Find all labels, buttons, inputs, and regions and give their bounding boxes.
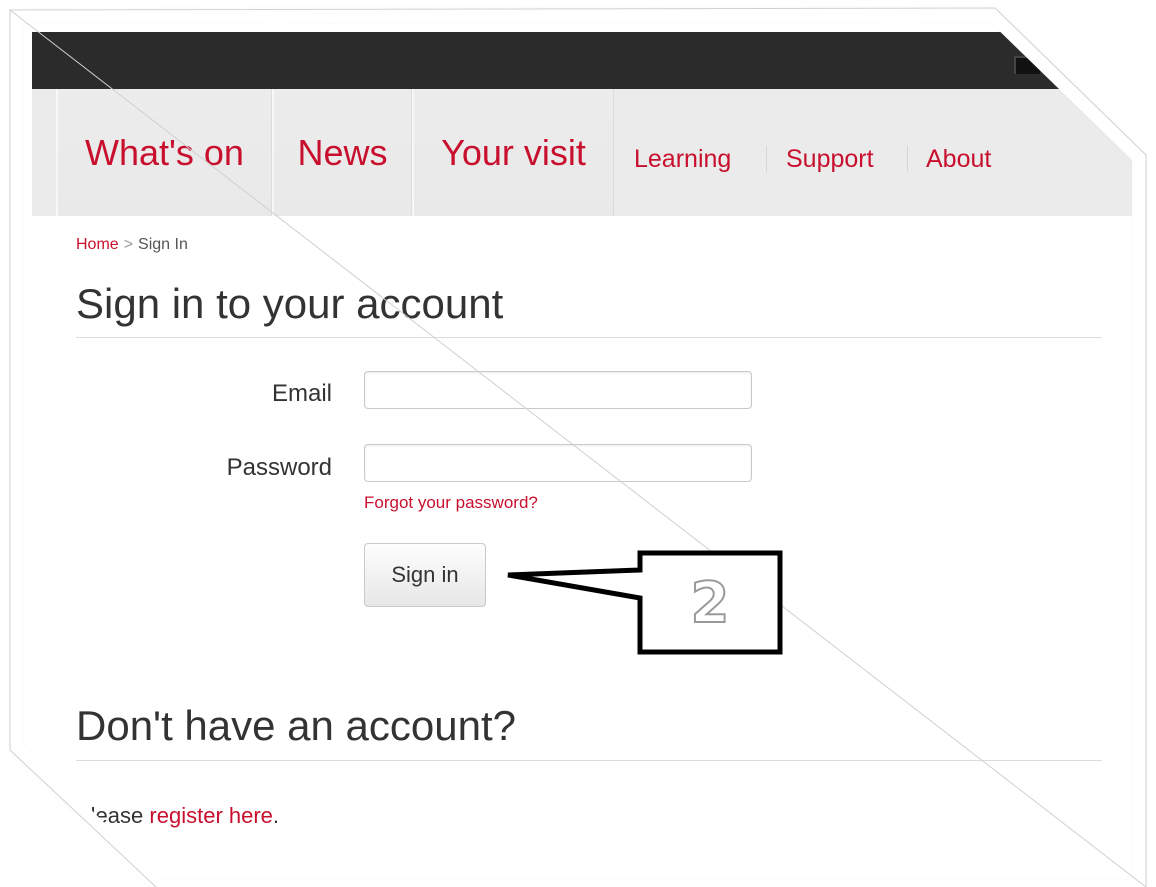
frame-outline: [8, 6, 1147, 887]
screenshot-frame: What's on News Your visit Learning Suppo…: [0, 0, 1156, 887]
callout-number: 2: [690, 570, 731, 637]
